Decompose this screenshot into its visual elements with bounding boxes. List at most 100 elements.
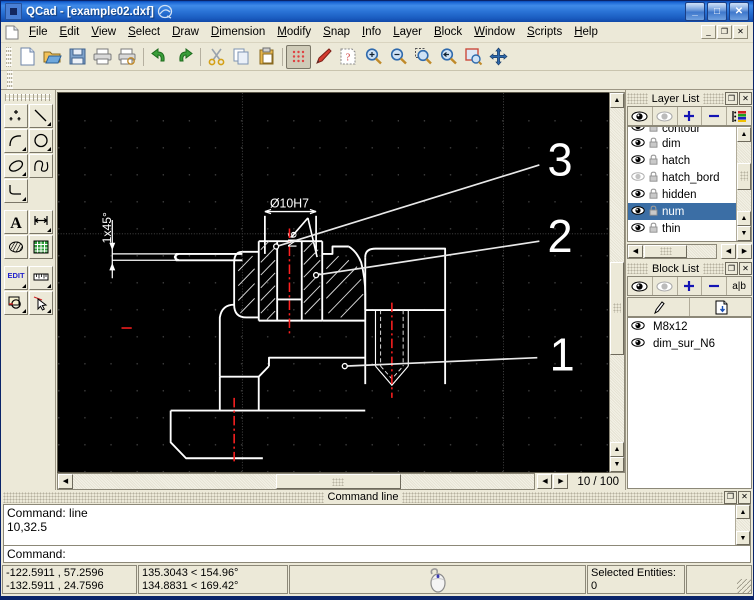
layer-scroll-down-button[interactable]: ▼ (737, 226, 751, 241)
polyline-tool-icon[interactable] (4, 179, 28, 203)
layer-visibility-icon[interactable] (631, 222, 645, 236)
raster-image-tool-icon[interactable] (29, 235, 53, 259)
command-history-scrollbar[interactable]: ▲ ▼ (735, 505, 750, 545)
grid-toggle-icon[interactable] (286, 45, 311, 69)
canvas-vertical-scrollbar[interactable]: ▲ ▲ ▼ (609, 92, 625, 473)
drawing-canvas[interactable]: Ø10H7 N6 1x45° (57, 92, 609, 473)
snap-tool-icon[interactable] (4, 291, 28, 315)
layer-row-num[interactable]: num (628, 203, 736, 220)
window-maximize-button[interactable]: □ (707, 2, 727, 21)
rename-block-icon[interactable]: a|b (727, 277, 751, 295)
zoom-in-icon[interactable] (361, 45, 386, 69)
save-file-icon[interactable] (65, 45, 90, 69)
scroll-left-button[interactable]: ◀ (58, 474, 73, 489)
point-tool-icon[interactable] (4, 104, 28, 128)
layer-lock-icon[interactable] (649, 205, 658, 219)
hscroll-track[interactable] (73, 474, 534, 489)
draw-pen-icon[interactable] (311, 45, 336, 69)
command-line-close-button[interactable]: ✕ (738, 491, 751, 504)
menu-item-snap[interactable]: Snap (317, 24, 356, 40)
layer-hscroll-thumb[interactable] (644, 245, 686, 258)
vscroll-track[interactable] (610, 108, 624, 442)
vscroll-thumb[interactable] (610, 262, 624, 356)
add-layer-icon[interactable] (678, 107, 703, 125)
layer-row-hatch[interactable]: hatch (628, 152, 736, 169)
mdi-restore-button[interactable]: ❐ (717, 25, 732, 39)
layer-vscroll-thumb[interactable] (737, 163, 751, 191)
command-line-drag-handle[interactable] (3, 492, 324, 503)
menu-item-scripts[interactable]: Scripts (521, 24, 568, 40)
layer-list-close-button[interactable]: ✕ (739, 92, 752, 105)
print-icon[interactable] (90, 45, 115, 69)
block-list-drag-handle-2[interactable] (703, 263, 724, 274)
ellipse-tool-icon[interactable] (4, 154, 28, 178)
window-resize-grip[interactable] (737, 579, 751, 593)
secondary-toolbar-grip[interactable] (7, 70, 13, 90)
layer-visibility-icon[interactable] (631, 127, 645, 135)
hatch-tool-icon[interactable] (4, 235, 28, 259)
text-tool-icon[interactable]: A (4, 210, 28, 234)
layer-hscroll-track[interactable] (643, 245, 716, 258)
print-preview-icon[interactable] (115, 45, 140, 69)
menu-item-layer[interactable]: Layer (387, 24, 428, 40)
command-history-box[interactable]: Command: line 10,32.5 ▲ ▼ (3, 504, 751, 546)
layer-scroll-up-button-2[interactable]: ▲ (737, 211, 751, 226)
select-tool-icon[interactable] (29, 291, 53, 315)
pan-icon[interactable] (486, 45, 511, 69)
menu-item-help[interactable]: Help (568, 24, 604, 40)
canvas-horizontal-scrollbar[interactable]: ◀ (57, 473, 535, 490)
measure-tool-icon[interactable] (29, 266, 53, 290)
block-visibility-icon[interactable] (631, 320, 645, 334)
spline-tool-icon[interactable] (29, 154, 53, 178)
paste-icon[interactable] (254, 45, 279, 69)
layer-lock-icon[interactable] (649, 154, 658, 168)
hide-all-blocks-icon[interactable] (653, 277, 678, 295)
remove-block-icon[interactable] (702, 277, 727, 295)
dimension-tool-icon[interactable] (29, 210, 53, 234)
menu-item-draw[interactable]: Draw (166, 24, 205, 40)
cut-icon[interactable] (204, 45, 229, 69)
block-list-float-button[interactable]: ❐ (725, 262, 738, 275)
layer-list-drag-handle-2[interactable] (703, 93, 724, 104)
layer-page-next-button[interactable]: ▶ (737, 244, 752, 259)
edit-tool-icon[interactable]: EDIT (4, 266, 28, 290)
layer-row-contour[interactable]: contour (628, 127, 736, 135)
new-file-icon[interactable] (15, 45, 40, 69)
redo-icon[interactable] (172, 45, 197, 69)
edit-block-icon[interactable] (628, 298, 690, 316)
mdi-minimize-button[interactable]: _ (701, 25, 716, 39)
layer-row-hatch_bord[interactable]: hatch_bord (628, 169, 736, 186)
arc-tool-icon[interactable] (4, 129, 28, 153)
mdi-close-button[interactable]: ✕ (733, 25, 748, 39)
window-minimize-button[interactable]: _ (685, 2, 705, 21)
block-row-M8x12[interactable]: M8x12 (628, 318, 751, 335)
show-all-blocks-icon[interactable] (628, 277, 653, 295)
circle-tool-icon[interactable] (29, 129, 53, 153)
menu-item-view[interactable]: View (85, 24, 122, 40)
zoom-window-icon[interactable] (411, 45, 436, 69)
page-next-button[interactable]: ▶ (553, 474, 568, 489)
menu-item-block[interactable]: Block (428, 24, 468, 40)
layer-lock-icon[interactable] (649, 127, 658, 135)
layer-lock-icon[interactable] (649, 188, 658, 202)
layer-vscroll-track[interactable] (737, 142, 751, 211)
layer-list-vertical-scrollbar[interactable]: ▲ ▲ ▼ (736, 127, 751, 241)
block-list-box[interactable]: M8x12dim_sur_N6 (627, 317, 752, 489)
tool-palette-grip[interactable] (5, 94, 51, 101)
layer-list-float-button[interactable]: ❐ (725, 92, 738, 105)
zoom-out-icon[interactable] (386, 45, 411, 69)
layer-lock-icon[interactable] (649, 137, 658, 151)
help-tool-icon[interactable]: ? (336, 45, 361, 69)
layer-row-dim[interactable]: dim (628, 135, 736, 152)
layer-row-thin[interactable]: thin (628, 220, 736, 237)
menu-item-select[interactable]: Select (122, 24, 166, 40)
command-scroll-down-button[interactable]: ▼ (736, 531, 750, 545)
window-close-button[interactable]: ✕ (729, 2, 749, 21)
copy-icon[interactable] (229, 45, 254, 69)
layer-scroll-up-button[interactable]: ▲ (737, 127, 751, 142)
menu-item-modify[interactable]: Modify (271, 24, 317, 40)
layer-lock-icon[interactable] (649, 222, 658, 236)
command-line-float-button[interactable]: ❐ (724, 491, 737, 504)
layer-visibility-icon[interactable] (631, 205, 645, 219)
menu-item-window[interactable]: Window (468, 24, 521, 40)
